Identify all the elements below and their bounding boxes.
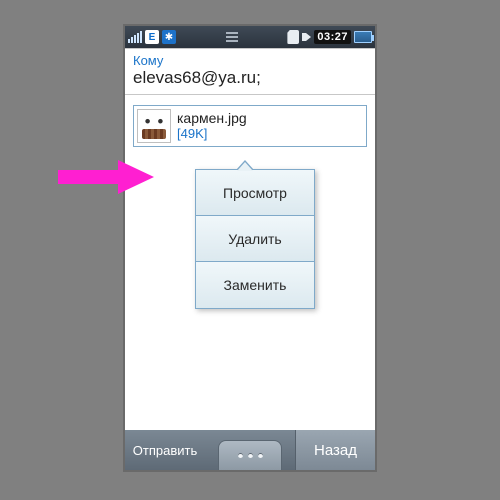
menu-item-delete[interactable]: Удалить (196, 216, 314, 262)
softkey-back[interactable]: Назад (295, 430, 375, 470)
storage-icon (287, 30, 299, 44)
status-bar: E ✱ 03:27 (125, 26, 375, 48)
attachment-chip[interactable]: кармен.jpg [49K] (133, 105, 367, 147)
battery-icon (354, 31, 372, 43)
menu-lines-icon (226, 32, 238, 42)
signal-icon (128, 31, 142, 43)
attachment-filename: кармен.jpg (177, 110, 247, 126)
bluetooth-icon: ✱ (162, 30, 176, 44)
more-tab[interactable] (218, 440, 282, 470)
softkey-send[interactable]: Отправить (125, 430, 205, 470)
softkey-bar: Отправить Назад (125, 430, 375, 470)
to-field[interactable]: elevas68@ya.ru; (125, 68, 375, 95)
clock: 03:27 (314, 30, 351, 44)
attachment-size: [49K] (177, 127, 247, 142)
menu-item-view[interactable]: Просмотр (196, 170, 314, 216)
phone-screen: E ✱ 03:27 Кому elevas68@ya.ru; кармен.jp… (125, 26, 375, 470)
message-body[interactable]: кармен.jpg [49K] Просмотр Удалить Замени… (125, 95, 375, 430)
attachment-thumbnail (137, 109, 171, 143)
to-label: Кому (125, 48, 375, 68)
context-menu: Просмотр Удалить Заменить (195, 169, 315, 309)
network-badge: E (145, 30, 159, 44)
menu-item-replace[interactable]: Заменить (196, 262, 314, 308)
sound-icon (302, 33, 311, 41)
